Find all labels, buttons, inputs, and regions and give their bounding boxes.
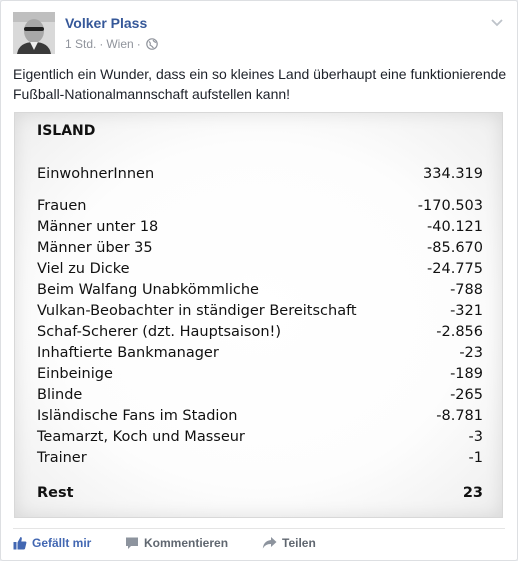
post-location[interactable]: Wien [106,37,133,51]
row-value: -788 [450,282,483,298]
row-value: -40.121 [427,219,483,235]
comment-label: Kommentieren [144,536,229,550]
row-label: Schaf-Scherer (dzt. Hauptsaison!) [37,324,282,340]
share-label: Teilen [282,536,316,550]
row-value: -24.775 [427,261,483,277]
table-row: Trainer -1 [37,448,483,468]
row-label: Teamarzt, Koch und Masseur [37,429,245,445]
row-label: Rest [37,485,74,501]
row-label: Blinde [37,387,83,403]
table-row: Frauen -170.503 [37,196,483,216]
row-label: Männer über 35 [37,240,153,256]
population-table: ISLAND EinwohnerInnen 334.319 Frauen -17… [14,112,503,518]
row-label: Beim Walfang Unabkömmliche [37,282,259,298]
chevron-down-icon[interactable] [489,14,505,30]
table-title: ISLAND [37,123,96,139]
table-row: Inhaftierte Bankmanager -23 [37,343,483,363]
comment-icon [125,536,139,553]
table-row: Isländische Fans im Stadion -8.781 [37,406,483,426]
table-row: Männer unter 18 -40.121 [37,217,483,237]
table-row: Beim Walfang Unabkömmliche -788 [37,280,483,300]
avatar-image [13,12,55,54]
post-actions-bar: Gefällt mir Kommentieren Teilen [13,528,505,561]
globe-icon[interactable] [145,38,158,53]
meta-separator: · [99,37,104,51]
row-value: 334.319 [423,166,483,182]
thumbs-up-icon [13,536,27,553]
post-author[interactable]: Volker Plass [65,15,147,31]
share-button[interactable]: Teilen [262,536,316,553]
table-row: Männer über 35 -85.670 [37,238,483,258]
row-value: -8.781 [436,408,483,424]
table-row: Vulkan-Beobachter in ständiger Bereitsch… [37,301,483,321]
share-icon [262,536,277,553]
feed-post: Volker Plass 1 Std. · Wien · Eigentlich ein… [0,0,518,561]
row-value: -1 [468,450,483,466]
row-value: -189 [450,366,483,382]
table-row: Teamarzt, Koch und Masseur -3 [37,427,483,447]
table-row: Viel zu Dicke -24.775 [37,259,483,279]
row-value: -85.670 [427,240,483,256]
row-label: Einbeinige [37,366,113,382]
table-row: Einbeinige -189 [37,364,483,384]
post-text: Eigentlich ein Wunder, dass ein so klein… [13,66,507,102]
post-header: Volker Plass 1 Std. · Wien · [13,12,505,56]
row-value: -321 [450,303,483,319]
row-label: Isländische Fans im Stadion [37,408,238,424]
like-button[interactable]: Gefällt mir [13,536,91,553]
row-value: -2.856 [436,324,483,340]
post-time[interactable]: 1 Std. [65,37,96,51]
table-row: Blinde -265 [37,385,483,405]
row-label: Vulkan-Beobachter in ständiger Bereitsch… [37,303,357,319]
row-value: -170.503 [417,198,483,214]
row-label: Viel zu Dicke [37,261,130,277]
row-value: -3 [468,429,483,445]
meta-separator: · [136,37,141,51]
row-value: 23 [462,485,483,501]
post-meta: 1 Std. · Wien · [65,37,158,53]
row-value: -265 [450,387,483,403]
comment-button[interactable]: Kommentieren [125,536,228,553]
like-label: Gefällt mir [32,536,92,550]
row-label: Inhaftierte Bankmanager [37,345,219,361]
row-label: EinwohnerInnen [37,166,155,182]
table-row: Schaf-Scherer (dzt. Hauptsaison!) -2.856 [37,322,483,342]
avatar[interactable] [13,12,55,54]
population-row: EinwohnerInnen 334.319 [37,164,483,184]
row-label: Männer unter 18 [37,219,159,235]
rest-row: Rest 23 [37,483,483,503]
row-value: -23 [459,345,483,361]
row-label: Trainer [37,450,87,466]
row-label: Frauen [37,198,87,214]
